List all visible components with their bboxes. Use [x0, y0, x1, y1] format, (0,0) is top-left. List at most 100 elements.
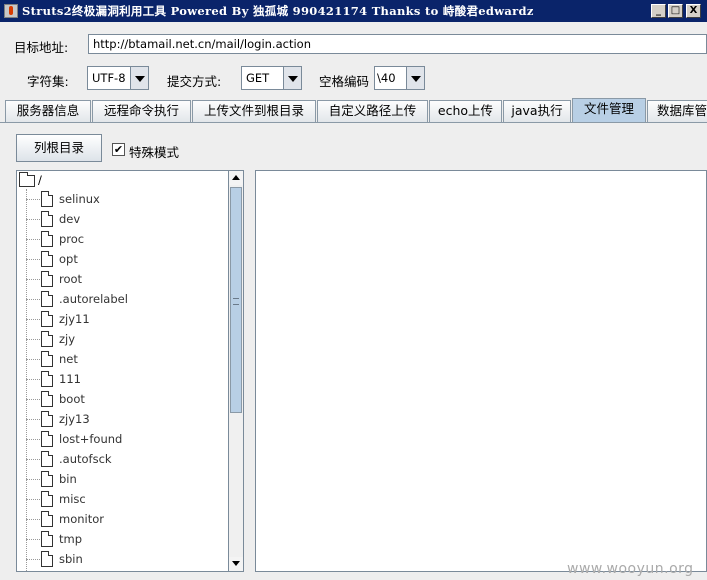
tree-item[interactable]: tmp — [26, 529, 226, 549]
special-mode-label[interactable]: 特殊模式 — [129, 142, 179, 161]
tree-item[interactable]: .autorelabel — [26, 289, 226, 309]
method-select[interactable]: GET — [241, 66, 302, 90]
tree-connector — [26, 559, 40, 560]
tree-item[interactable]: proc — [26, 229, 226, 249]
method-label: 提交方式: — [167, 74, 222, 89]
app-window: Struts2终极漏洞利用工具 Powered By 独孤城 990421174… — [0, 0, 707, 580]
tab-echo-upload[interactable]: echo上传 — [429, 100, 502, 122]
tree-connector — [26, 299, 40, 300]
tree-connector — [26, 519, 40, 520]
tree-connector — [26, 379, 40, 380]
charset-label: 字符集: — [27, 74, 69, 89]
tree-item[interactable]: net — [26, 349, 226, 369]
tree-item-label: proc — [59, 232, 85, 246]
file-icon — [41, 531, 53, 547]
scroll-down-arrow-icon[interactable] — [229, 557, 243, 571]
tree-item[interactable]: zjy — [26, 329, 226, 349]
tab-custom-path-upload[interactable]: 自定义路径上传 — [317, 100, 428, 122]
space-encoding-select[interactable]: \40 — [374, 66, 425, 90]
chevron-down-icon[interactable] — [283, 67, 301, 89]
title-bar[interactable]: Struts2终极漏洞利用工具 Powered By 独孤城 990421174… — [0, 0, 707, 22]
tree-item-label: root — [59, 272, 83, 286]
tree-item-label: dev — [59, 212, 81, 226]
file-icon — [41, 331, 53, 347]
split-pane-divider[interactable] — [247, 170, 253, 572]
window-title: Struts2终极漏洞利用工具 Powered By 独孤城 990421174… — [22, 4, 534, 18]
tree-connector — [26, 439, 40, 440]
file-icon — [41, 191, 53, 207]
tree-item[interactable]: bin — [26, 469, 226, 489]
file-content-panel[interactable] — [255, 170, 707, 572]
list-root-button[interactable]: 列根目录 — [16, 134, 102, 162]
charset-select[interactable]: UTF-8 — [87, 66, 149, 90]
tree-item[interactable]: lost+found — [26, 429, 226, 449]
tree-connector — [26, 259, 40, 260]
chevron-down-icon[interactable] — [130, 67, 148, 89]
tab-database[interactable]: 数据库管 — [647, 100, 707, 122]
tree-item-label: 111 — [59, 372, 81, 386]
tree-item-label: zjy11 — [59, 312, 90, 326]
tree-item[interactable]: opt — [26, 249, 226, 269]
file-icon — [41, 411, 53, 427]
tree-item[interactable]: zjy13 — [26, 409, 226, 429]
space-encoding-value: \40 — [377, 71, 396, 85]
file-icon — [41, 251, 53, 267]
file-icon — [41, 491, 53, 507]
java-app-icon — [4, 4, 18, 18]
maximize-button[interactable]: □ — [668, 4, 683, 18]
tab-server-info[interactable]: 服务器信息 — [5, 100, 91, 122]
tab-java-exec[interactable]: java执行 — [503, 100, 571, 122]
tree-item[interactable]: boot — [26, 389, 226, 409]
tree-item-label: tmp — [59, 532, 83, 546]
minimize-button[interactable]: _ — [651, 4, 666, 18]
tree-item-label: .autofsck — [59, 452, 112, 466]
tree-item-label: sbin — [59, 552, 83, 566]
tree-connector — [26, 499, 40, 500]
tree-connector — [26, 339, 40, 340]
tab-remote-command[interactable]: 远程命令执行 — [92, 100, 191, 122]
file-tree[interactable]: / selinux dev proc opt root .autorelabel zjy11… — [16, 170, 229, 572]
tree-item[interactable]: selinux — [26, 189, 226, 209]
tree-item[interactable]: 111 — [26, 369, 226, 389]
tree-connector — [26, 479, 40, 480]
tree-item[interactable]: sbin — [26, 549, 226, 569]
tree-root-label: / — [38, 173, 42, 187]
file-icon — [41, 551, 53, 567]
file-icon — [41, 211, 53, 227]
special-mode-checkbox[interactable]: ✔ — [112, 143, 125, 156]
tree-item-label: zjy — [59, 332, 76, 346]
tree-item-label: .autorelabel — [59, 292, 128, 306]
tree-scrollbar[interactable] — [229, 170, 244, 572]
tree-item-label: opt — [59, 252, 78, 266]
tree-item[interactable]: dev — [26, 209, 226, 229]
file-icon — [41, 391, 53, 407]
tree-item-label: net — [59, 352, 78, 366]
tree-item[interactable]: zjy11 — [26, 309, 226, 329]
tab-file-management[interactable]: 文件管理 — [572, 98, 646, 122]
close-button[interactable]: X — [686, 4, 701, 18]
tab-upload-root[interactable]: 上传文件到根目录 — [192, 100, 316, 122]
tree-item-label: monitor — [59, 512, 104, 526]
tree-item-label: bin — [59, 472, 77, 486]
tree-item[interactable]: .autofsck — [26, 449, 226, 469]
target-url-input[interactable]: http://btamail.net.cn/mail/login.action — [88, 34, 707, 54]
watermark: www.wooyun.org — [567, 561, 694, 577]
tree-item-label: selinux — [59, 192, 100, 206]
file-icon — [41, 431, 53, 447]
tree-item[interactable]: misc — [26, 489, 226, 509]
chevron-down-icon[interactable] — [406, 67, 424, 89]
file-icon — [41, 451, 53, 467]
file-icon — [41, 271, 53, 287]
tree-connector — [26, 219, 40, 220]
scroll-thumb[interactable] — [230, 187, 242, 413]
tree-item[interactable]: root — [26, 269, 226, 289]
file-icon — [41, 351, 53, 367]
tree-connector — [26, 239, 40, 240]
charset-value: UTF-8 — [92, 71, 126, 85]
tree-item-label: zjy13 — [59, 412, 90, 426]
file-icon — [41, 511, 53, 527]
tree-item-label: misc — [59, 492, 86, 506]
method-value: GET — [246, 71, 270, 85]
tree-item[interactable]: monitor — [26, 509, 226, 529]
scroll-up-arrow-icon[interactable] — [229, 171, 243, 185]
